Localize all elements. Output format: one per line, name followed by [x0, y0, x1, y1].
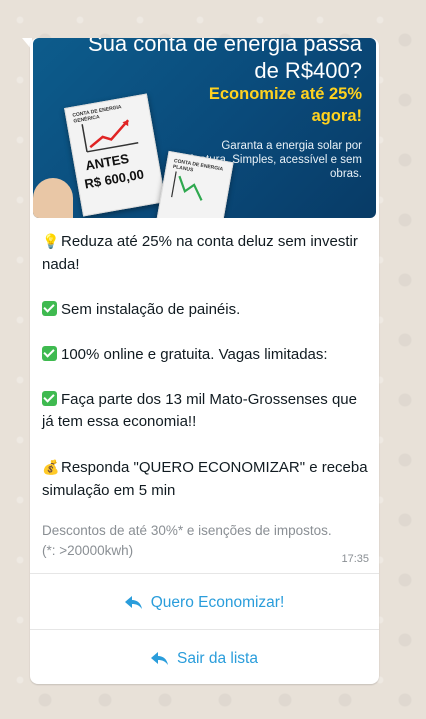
hand-illustration — [33, 178, 73, 218]
line4-text: Faça parte dos 13 mil Mato-Grossenses qu… — [42, 390, 357, 431]
check-icon — [42, 345, 57, 361]
check-icon — [42, 300, 57, 316]
generic-bill-illustration: CONTA DE ENERGIA GENÉRICA ANTES R$ 600,0… — [64, 93, 166, 217]
banner-highlight: Economize até 25% agora! — [208, 85, 362, 125]
divider — [30, 629, 379, 630]
message-line-5: 💰 Responda "QUERO ECONOMIZAR" e receba si… — [42, 456, 372, 502]
banner-headline: Sua conta de energia passa de R$400? — [88, 38, 362, 83]
quick-reply-sair-da-lista-button[interactable]: Sair da lista — [30, 632, 379, 686]
message-line-3: 100% online e gratuita. Vagas limitadas: — [42, 344, 372, 367]
line3-text: 100% online e gratuita. Vagas limitadas: — [61, 345, 328, 363]
message-bubble: Sua conta de energia passa de R$400? Eco… — [30, 38, 379, 684]
reply-arrow-icon — [151, 652, 168, 665]
message-text: 💡 Reduza até 25% na conta deluz sem inves… — [42, 230, 372, 502]
message-timestamp: 17:35 — [341, 553, 369, 565]
money-bag-icon: 💰 — [42, 459, 60, 475]
quick-reply-label: Sair da lista — [177, 650, 258, 667]
message-line-4: Faça parte dos 13 mil Mato-Grossenses qu… — [42, 389, 372, 434]
quick-reply-quero-economizar-button[interactable]: Quero Economizar! — [30, 576, 379, 630]
message-line-1: 💡 Reduza até 25% na conta deluz sem inves… — [42, 230, 372, 276]
line1-text: Reduza até 25% na conta deluz sem invest… — [42, 233, 358, 273]
reply-arrow-icon — [124, 596, 142, 609]
quick-reply-label: Quero Economizar! — [150, 594, 285, 611]
check-icon — [42, 390, 57, 406]
message-line-2: Sem instalação de painéis. — [42, 299, 372, 322]
planus-bill-illustration: CONTA DE ENERGIA PLANUS planus — [154, 150, 234, 218]
message-footer: Descontos de até 30%* e isenções de impo… — [42, 523, 332, 558]
promo-banner-image[interactable]: Sua conta de energia passa de R$400? Eco… — [33, 38, 376, 218]
line5-text: Responda "QUERO ECONOMIZAR" e receba sim… — [42, 459, 368, 499]
divider — [30, 573, 379, 574]
line2-text: Sem instalação de painéis. — [61, 300, 241, 318]
lightbulb-icon: 💡 — [42, 233, 60, 249]
